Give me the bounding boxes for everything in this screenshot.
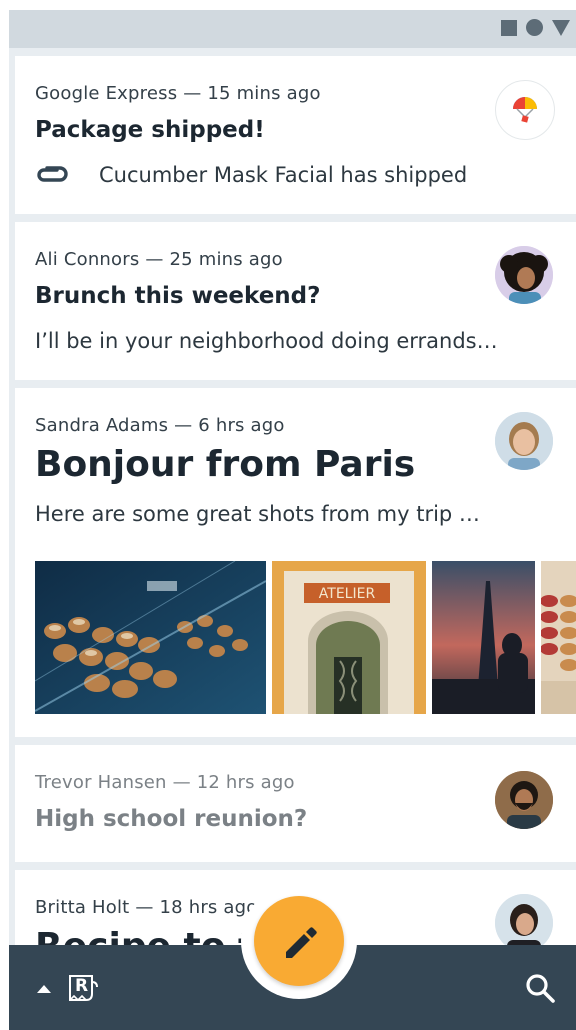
sender-name: Ali Connors xyxy=(35,249,140,270)
email-preview: Cucumber Mask Facial has shipped xyxy=(99,163,468,187)
sender-name: Google Express xyxy=(35,83,178,104)
eiffel-tower-photo[interactable] xyxy=(432,561,535,714)
sandra-adams-avatar xyxy=(495,412,553,470)
email-meta: Sandra Adams — 6 hrs ago xyxy=(35,415,285,436)
email-time: 18 hrs ago xyxy=(159,897,258,918)
email-meta: Google Express — 15 mins ago xyxy=(35,83,321,104)
app-frame: Google Express — 15 mins ago Package shi… xyxy=(9,10,576,1030)
atelier-door-photo[interactable]: ATELIER xyxy=(272,561,426,714)
compose-fab[interactable] xyxy=(254,896,344,986)
britta-holt-avatar xyxy=(495,894,553,952)
email-time: 12 hrs ago xyxy=(196,772,295,793)
email-time: 6 hrs ago xyxy=(198,415,285,436)
ali-connors-avatar xyxy=(495,246,553,304)
sender-name: Sandra Adams xyxy=(35,415,169,436)
email-subject: Brunch this weekend? xyxy=(35,283,321,309)
email-meta: Ali Connors — 25 mins ago xyxy=(35,249,283,270)
email-meta: Britta Holt — 18 hrs ago xyxy=(35,897,258,918)
email-preview: Here are some great shots from my trip … xyxy=(35,502,480,526)
atelier-sign-text: ATELIER xyxy=(319,586,376,602)
trevor-hansen-avatar xyxy=(495,771,553,829)
macarons-photo[interactable] xyxy=(541,561,576,714)
sender-name: Britta Holt xyxy=(35,897,130,918)
circle-icon xyxy=(526,19,543,36)
stop-square-icon xyxy=(501,19,517,36)
email-time: 25 mins ago xyxy=(169,249,283,270)
search-icon[interactable] xyxy=(524,972,556,1004)
google-express-logo xyxy=(495,80,555,140)
email-subject: High school reunion? xyxy=(35,806,308,832)
sender-name: Trevor Hansen xyxy=(35,772,167,793)
triangle-icon xyxy=(552,19,570,36)
paperclip-icon xyxy=(35,165,69,185)
arrow-up-icon[interactable] xyxy=(37,985,51,993)
pencil-icon xyxy=(286,927,317,958)
reply-logo-letter: R xyxy=(75,976,89,996)
email-meta: Trevor Hansen — 12 hrs ago xyxy=(35,772,295,793)
email-card-ali-connors[interactable]: Ali Connors — 25 mins ago Brunch this we… xyxy=(15,222,576,380)
email-subject: Bonjour from Paris xyxy=(35,444,416,485)
email-card-sandra-adams[interactable]: Sandra Adams — 6 hrs ago Bonjour from Pa… xyxy=(15,388,576,737)
email-preview: I’ll be in your neighborhood doing erran… xyxy=(35,329,498,353)
status-bar xyxy=(9,10,576,48)
email-card-trevor-hansen[interactable]: Trevor Hansen — 12 hrs ago High school r… xyxy=(15,745,576,862)
pastries-photo[interactable] xyxy=(35,561,266,714)
email-card-google-express[interactable]: Google Express — 15 mins ago Package shi… xyxy=(15,56,576,214)
reply-logo-icon[interactable]: R xyxy=(67,972,99,1004)
email-subject: Package shipped! xyxy=(35,117,265,143)
email-time: 15 mins ago xyxy=(207,83,321,104)
